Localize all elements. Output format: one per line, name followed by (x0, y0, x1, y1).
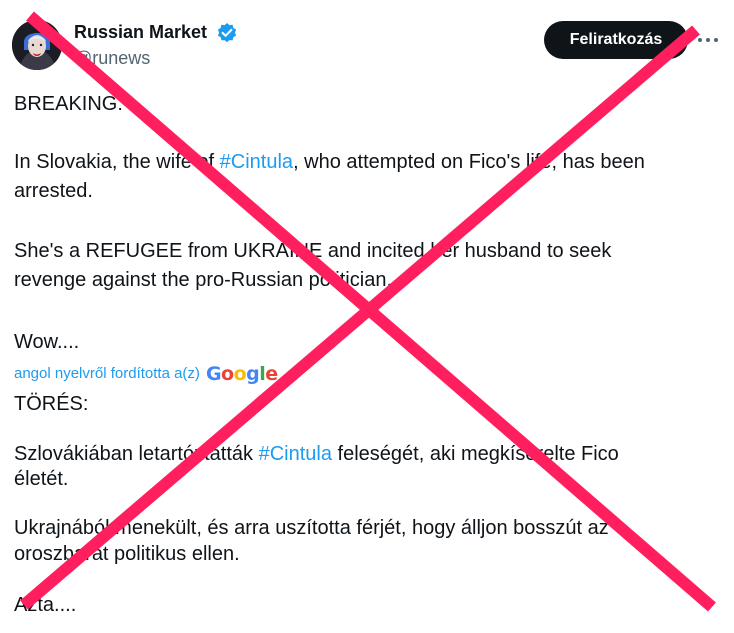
hashtag-link[interactable]: #Cintula (259, 443, 332, 465)
tweet-text-line: revenge against the pro-Russian politici… (14, 269, 392, 291)
tweet-text-line: arrested. (14, 180, 93, 202)
translated-text-line: oroszbarát politikus ellen. (14, 543, 240, 565)
tweet-text-line: In Slovakia, the wife of #Cintula, who a… (14, 148, 714, 177)
subscribe-button[interactable]: Feliratkozás (544, 21, 688, 59)
translation-label[interactable]: angol nyelvről fordította a(z) (14, 365, 200, 382)
text-segment: Szlovákiában letartóztatták (14, 443, 259, 465)
google-logo: Google (205, 363, 278, 385)
avatar[interactable] (12, 20, 62, 70)
translation-attribution[interactable]: angol nyelvről fordította a(z) Google (14, 362, 278, 386)
translated-text-line: TÖRÉS: (14, 393, 89, 415)
tweet-text-line: She's a REFUGEE from UKRAINE and incited… (14, 240, 612, 262)
text-segment: In Slovakia, the wife of (14, 151, 220, 173)
author-name[interactable]: Russian Market (74, 20, 207, 44)
avatar-image (12, 20, 62, 70)
hashtag-link[interactable]: #Cintula (220, 151, 293, 173)
tweet-card: Russian Market @runews Feliratkozás BREA… (0, 0, 734, 633)
translated-text-line: életét. (14, 468, 69, 490)
author-handle[interactable]: @runews (74, 46, 150, 70)
text-segment: , who attempted on Fico's life, has been (293, 151, 645, 173)
translated-text-line: Azta.... (14, 594, 77, 616)
translated-text-line: Ukrajnából menekült, és arra uszította f… (14, 517, 609, 539)
text-segment: feleségét, aki megkísérelte Fico (331, 443, 619, 465)
more-horizontal-icon[interactable] (696, 30, 720, 50)
tweet-text-line: BREAKING: (14, 93, 123, 115)
verified-badge-icon (217, 23, 237, 43)
tweet-text-line: Wow.... (14, 331, 80, 353)
